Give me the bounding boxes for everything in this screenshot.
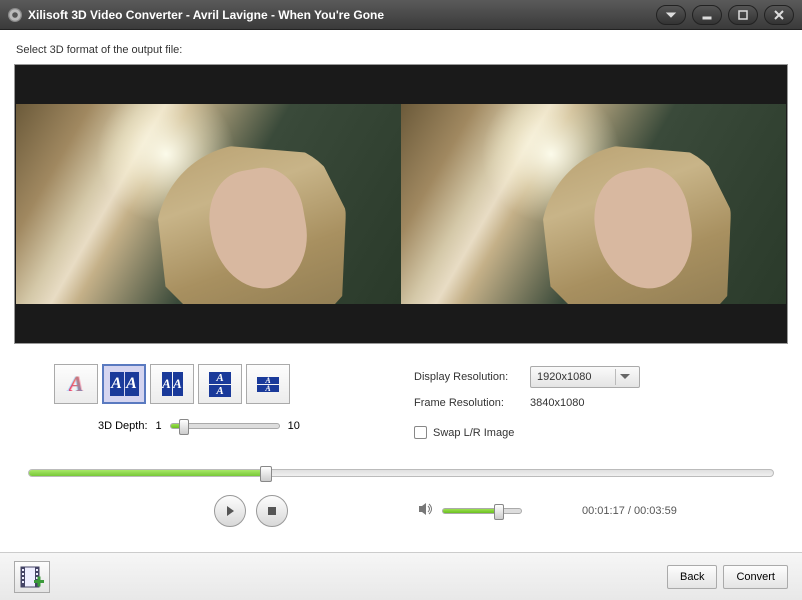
back-button[interactable]: Back xyxy=(667,565,717,589)
seek-slider[interactable] xyxy=(28,469,774,477)
format-anaglyph-button[interactable]: A xyxy=(54,364,98,404)
app-logo-icon xyxy=(8,8,22,22)
time-display: 00:01:17 / 00:03:59 xyxy=(582,505,677,517)
maximize-button[interactable] xyxy=(728,5,758,25)
title-bar: Xilisoft 3D Video Converter - Avril Lavi… xyxy=(0,0,802,30)
swap-lr-label: Swap L/R Image xyxy=(433,427,514,439)
chevron-down-icon xyxy=(615,369,633,385)
close-button[interactable] xyxy=(764,5,794,25)
footer-bar: Back Convert xyxy=(0,552,802,600)
display-resolution-label: Display Resolution: xyxy=(414,371,524,383)
sbs-full-icon: AA xyxy=(110,372,139,396)
format-button-group: A AA AA AA xyxy=(54,364,414,404)
sbs-half-icon: AA xyxy=(162,372,183,396)
preview-left-eye xyxy=(16,104,401,304)
frame-resolution-value: 3840x1080 xyxy=(530,397,584,409)
frame-resolution-label: Frame Resolution: xyxy=(414,397,524,409)
swap-lr-checkbox[interactable] xyxy=(414,426,427,439)
tb-full-icon: AA xyxy=(209,372,231,397)
format-tb-half-button[interactable]: AA xyxy=(246,364,290,404)
tb-half-icon: AA xyxy=(257,377,279,392)
display-resolution-select[interactable]: 1920x1080 xyxy=(530,366,640,388)
depth-slider[interactable] xyxy=(170,423,280,429)
format-sbs-half-button[interactable]: AA xyxy=(150,364,194,404)
window-title: Xilisoft 3D Video Converter - Avril Lavi… xyxy=(28,8,656,22)
depth-min: 1 xyxy=(156,420,162,432)
instruction-label: Select 3D format of the output file: xyxy=(16,44,788,56)
minimize-button[interactable] xyxy=(692,5,722,25)
video-preview xyxy=(14,64,788,344)
film-plus-icon xyxy=(20,566,44,588)
anaglyph-icon: A xyxy=(69,371,84,397)
preview-right-eye xyxy=(401,104,786,304)
stop-button[interactable] xyxy=(256,495,288,527)
depth-label: 3D Depth: xyxy=(98,420,148,432)
menu-button[interactable] xyxy=(656,5,686,25)
depth-max: 10 xyxy=(288,420,300,432)
convert-button[interactable]: Convert xyxy=(723,565,788,589)
format-tb-full-button[interactable]: AA xyxy=(198,364,242,404)
format-sbs-full-button[interactable]: AA xyxy=(102,364,146,404)
play-button[interactable] xyxy=(214,495,246,527)
volume-slider[interactable] xyxy=(442,508,522,514)
display-resolution-value: 1920x1080 xyxy=(537,371,591,383)
volume-icon[interactable] xyxy=(418,502,434,521)
add-file-button[interactable] xyxy=(14,561,50,593)
